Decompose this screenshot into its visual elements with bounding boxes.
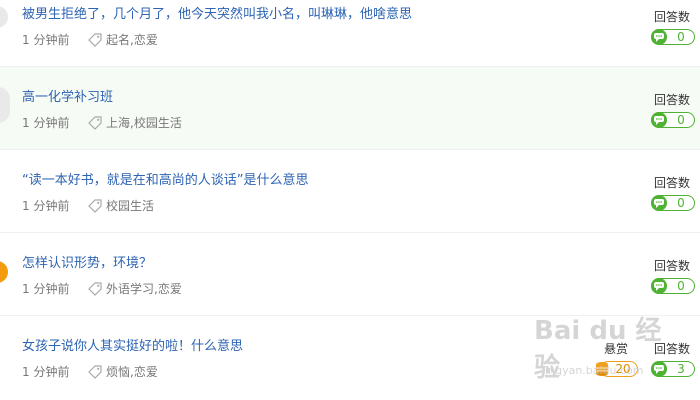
answer-count: 3 [677, 362, 685, 376]
tag-icon [88, 364, 102, 379]
question-time: 1 分钟前 [22, 199, 70, 213]
question-meta: 1 分钟前 外语学习,恋爱 [22, 280, 182, 297]
answer-count-badge[interactable]: 0 [651, 278, 695, 294]
question-title-link[interactable]: 女孩子说你人其实挺好的啦！什么意思 [22, 335, 243, 354]
question-time: 1 分钟前 [22, 116, 70, 130]
answer-count-label: 回答数 [654, 10, 691, 24]
question-time: 1 分钟前 [22, 365, 70, 379]
answer-count: 0 [677, 279, 685, 293]
question-title-link[interactable]: 高一化学补习班 [22, 86, 113, 105]
question-tags[interactable]: 烦恼,恋爱 [106, 363, 158, 380]
answer-count: 0 [677, 196, 685, 210]
question-meta: 1 分钟前 上海,校园生活 [22, 114, 182, 131]
comment-bubble-icon [651, 195, 667, 211]
tag-icon [88, 115, 102, 130]
comment-bubble-icon [651, 112, 667, 128]
watermark-url: jingyan.baidu.com [542, 364, 644, 377]
comment-bubble-icon [651, 278, 667, 294]
question-row: 被男生拒绝了，几个月了，他今天突然叫我小名，叫琳琳，他啥意思 1 分钟前 起名,… [0, 0, 700, 67]
answer-count-badge[interactable]: 0 [651, 112, 695, 128]
comment-bubble-icon [651, 29, 667, 45]
answer-count-label: 回答数 [654, 176, 691, 190]
question-title-link[interactable]: “读一本好书，就是在和高尚的人谈话”是什么意思 [22, 169, 308, 188]
question-tags[interactable]: 上海,校园生活 [106, 114, 182, 131]
question-tags[interactable]: 外语学习,恋爱 [106, 280, 182, 297]
baidu-jingyan-watermark: Bai du 经验 jingyan.baidu.com [532, 300, 672, 390]
question-title-link[interactable]: 怎样认识形势，环境？ [22, 252, 152, 271]
avatar[interactable] [0, 6, 8, 28]
question-row: 高一化学补习班 1 分钟前 上海,校园生活 回答数 0 [0, 67, 700, 150]
question-meta: 1 分钟前 起名,恋爱 [22, 31, 158, 48]
answer-count: 0 [677, 30, 685, 44]
tag-icon [88, 32, 102, 47]
avatar[interactable] [0, 87, 10, 123]
question-meta: 1 分钟前 烦恼,恋爱 [22, 363, 158, 380]
question-time: 1 分钟前 [22, 33, 70, 47]
answer-count-label: 回答数 [654, 93, 691, 107]
question-meta: 1 分钟前 校园生活 [22, 197, 154, 214]
answer-count: 0 [677, 113, 685, 127]
question-tags[interactable]: 校园生活 [106, 197, 154, 214]
question-tags[interactable]: 起名,恋爱 [106, 31, 158, 48]
answer-count-badge[interactable]: 0 [651, 195, 695, 211]
answer-count-badge[interactable]: 0 [651, 29, 695, 45]
question-title-link[interactable]: 被男生拒绝了，几个月了，他今天突然叫我小名，叫琳琳，他啥意思 [22, 3, 412, 22]
answer-count-label: 回答数 [654, 259, 691, 273]
avatar[interactable] [0, 261, 8, 283]
tag-icon [88, 198, 102, 213]
question-time: 1 分钟前 [22, 282, 70, 296]
question-row: “读一本好书，就是在和高尚的人谈话”是什么意思 1 分钟前 校园生活 回答数 0 [0, 150, 700, 233]
tag-icon [88, 281, 102, 296]
